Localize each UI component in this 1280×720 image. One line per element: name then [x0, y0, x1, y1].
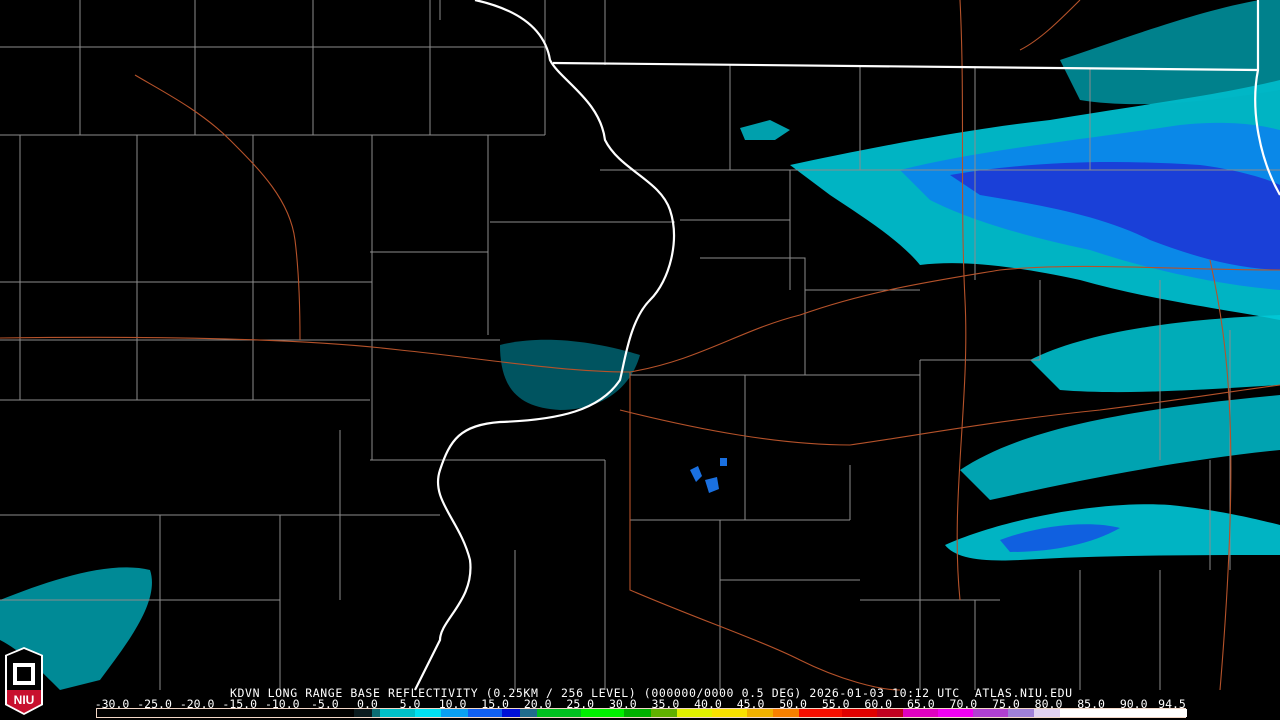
echo-band-middle-2	[960, 395, 1280, 500]
colorbar	[96, 708, 1187, 718]
echo-patch	[740, 120, 790, 140]
radar-map	[0, 0, 1280, 691]
echo-band-middle	[1030, 315, 1280, 393]
radar-display: NIU KDVN LONG RANGE BASE REFLECTIVITY (0…	[0, 0, 1280, 720]
echo-cell-small	[690, 458, 727, 493]
echo-clutter-center	[500, 339, 640, 410]
colorbar-segment	[1182, 709, 1187, 717]
radar-echoes	[0, 0, 1280, 690]
echo-band-north-top	[1060, 0, 1280, 105]
